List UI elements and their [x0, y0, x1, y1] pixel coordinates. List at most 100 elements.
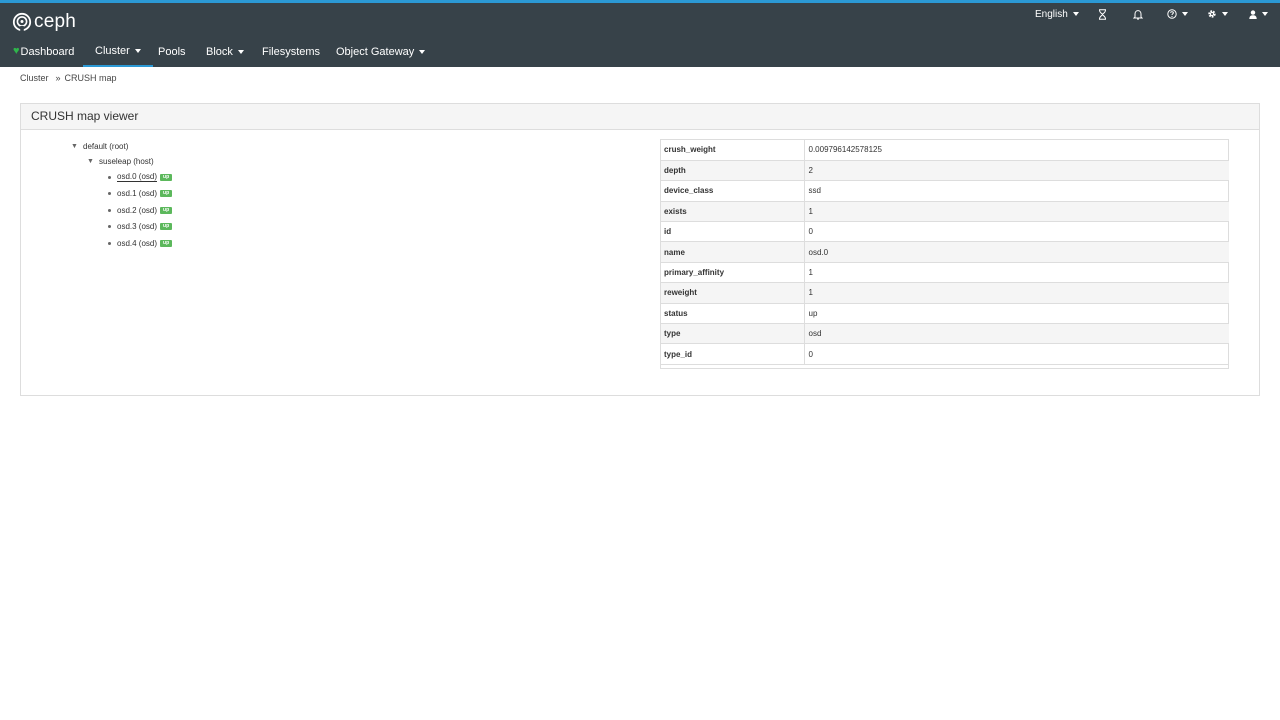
nav-dashboard[interactable]: ♥ Dashboard — [1, 36, 86, 67]
tree-node-osd[interactable]: osd.2 (osd) up — [108, 204, 173, 216]
detail-key: reweight — [661, 282, 805, 304]
nav-filesystems[interactable]: Filesystems — [250, 36, 332, 67]
user-menu[interactable] — [1249, 6, 1268, 22]
bullet-icon — [108, 208, 111, 212]
chevron-down-icon — [1182, 12, 1188, 16]
nav-cluster[interactable]: Cluster — [83, 36, 153, 67]
status-badge: up — [160, 206, 173, 214]
bullet-icon — [108, 241, 111, 245]
detail-key: device_class — [661, 180, 805, 202]
tree-node-osd[interactable]: osd.1 (osd) up — [108, 187, 173, 199]
table-row: crush_weight 0.009796142578125 — [661, 140, 1229, 161]
tree-node-osd[interactable]: osd.4 (osd) up — [108, 237, 173, 249]
bullet-icon — [108, 224, 111, 228]
table-row: device_class ssd — [661, 180, 1229, 202]
accent-strip — [0, 0, 1280, 3]
language-label: English — [1035, 8, 1068, 20]
table-row: depth 2 — [661, 160, 1229, 182]
tree-label-osd-1[interactable]: osd.1 (osd) — [117, 189, 157, 198]
chevron-down-icon — [134, 48, 141, 53]
chevron-down-icon — [1072, 12, 1079, 16]
table-row: type_id 0 — [661, 343, 1229, 365]
collapse-toggle-icon[interactable]: ▼ — [87, 158, 97, 165]
nav-pools-label: Pools — [158, 45, 186, 58]
detail-key: type_id — [661, 343, 805, 365]
ceph-logo-icon — [12, 12, 32, 32]
panel-title: CRUSH map viewer — [31, 109, 139, 123]
tree-label-root[interactable]: default (root) — [83, 142, 128, 151]
detail-value: 0 — [804, 343, 1229, 365]
table-row: status up — [661, 303, 1229, 325]
status-badge: up — [160, 173, 173, 181]
nav-object-gateway-label: Object Gateway — [336, 45, 415, 58]
detail-key: exists — [661, 201, 805, 223]
detail-value: osd.0 — [804, 241, 1229, 263]
status-badge: up — [160, 222, 173, 230]
settings-menu[interactable] — [1207, 6, 1228, 22]
detail-key: primary_affinity — [661, 262, 805, 284]
brand-name: ceph — [34, 11, 77, 32]
detail-value: 0.009796142578125 — [804, 140, 1229, 161]
tree-label-osd-2[interactable]: osd.2 (osd) — [117, 206, 157, 215]
bullet-icon — [108, 191, 111, 195]
table-row: name osd.0 — [661, 241, 1229, 263]
nav-dashboard-label: Dashboard — [20, 45, 75, 58]
tree-label-osd-0[interactable]: osd.0 (osd) — [117, 172, 158, 182]
help-icon — [1167, 9, 1177, 19]
detail-value: 1 — [804, 201, 1229, 223]
breadcrumb-cluster[interactable]: Cluster — [20, 73, 49, 83]
detail-value: 1 — [804, 282, 1229, 304]
status-badge: up — [160, 239, 173, 247]
chevron-down-icon — [419, 49, 426, 54]
breadcrumb: Cluster » CRUSH map — [20, 72, 117, 84]
user-icon — [1249, 9, 1257, 19]
status-badge: up — [160, 189, 173, 197]
nav-filesystems-label: Filesystems — [262, 45, 321, 58]
detail-key: depth — [661, 160, 805, 182]
detail-key: name — [661, 241, 805, 263]
node-details-table: crush_weight 0.009796142578125 depth 2 d… — [660, 139, 1229, 369]
detail-value: ssd — [804, 180, 1229, 202]
nav-pools[interactable]: Pools — [146, 36, 198, 67]
help-menu[interactable] — [1167, 6, 1188, 22]
main-nav: ♥ Dashboard Cluster Pools Block Filesyst… — [0, 36, 1280, 67]
bell-icon — [1133, 9, 1143, 20]
detail-value: 2 — [804, 160, 1229, 182]
breadcrumb-current: CRUSH map — [64, 73, 117, 83]
top-navbar: ceph English ♥ Dashboard Cluster Pools B… — [0, 0, 1280, 67]
tree-label-osd-4[interactable]: osd.4 (osd) — [117, 239, 157, 248]
brand-logo[interactable]: ceph — [12, 11, 76, 33]
hourglass-icon — [1099, 8, 1106, 20]
detail-key: crush_weight — [661, 140, 805, 161]
breadcrumb-separator-icon: » — [55, 73, 61, 83]
tree-node-osd[interactable]: osd.0 (osd) up — [108, 171, 173, 183]
nav-cluster-label: Cluster — [95, 44, 130, 57]
collapse-toggle-icon[interactable]: ▼ — [71, 143, 81, 150]
tree-node-root[interactable]: ▼ default (root) — [71, 140, 128, 152]
bullet-icon — [108, 175, 111, 179]
detail-value: 0 — [804, 221, 1229, 243]
table-row: primary_affinity 1 — [661, 262, 1229, 284]
detail-value: osd — [804, 323, 1229, 345]
tree-label-host[interactable]: suseleap (host) — [99, 157, 154, 166]
detail-value: up — [804, 303, 1229, 325]
tree-node-host[interactable]: ▼ suseleap (host) — [87, 155, 154, 167]
tree-node-osd[interactable]: osd.3 (osd) up — [108, 220, 173, 232]
tasks-button[interactable] — [1098, 6, 1107, 22]
nav-object-gateway[interactable]: Object Gateway — [324, 36, 437, 67]
detail-value: 1 — [804, 262, 1229, 284]
chevron-down-icon — [1222, 12, 1228, 16]
chevron-down-icon — [1262, 12, 1268, 16]
table-row: reweight 1 — [661, 282, 1229, 304]
chevron-down-icon — [237, 49, 244, 54]
table-row: type osd — [661, 323, 1229, 345]
table-row: id 0 — [661, 221, 1229, 243]
table-row: exists 1 — [661, 201, 1229, 223]
detail-key: type — [661, 323, 805, 345]
nav-block-label: Block — [206, 45, 233, 58]
panel-header: CRUSH map viewer — [21, 104, 1259, 130]
language-selector[interactable]: English — [1035, 6, 1079, 22]
tree-label-osd-3[interactable]: osd.3 (osd) — [117, 222, 157, 231]
notifications-button[interactable] — [1133, 6, 1143, 22]
nav-block[interactable]: Block — [194, 36, 256, 67]
